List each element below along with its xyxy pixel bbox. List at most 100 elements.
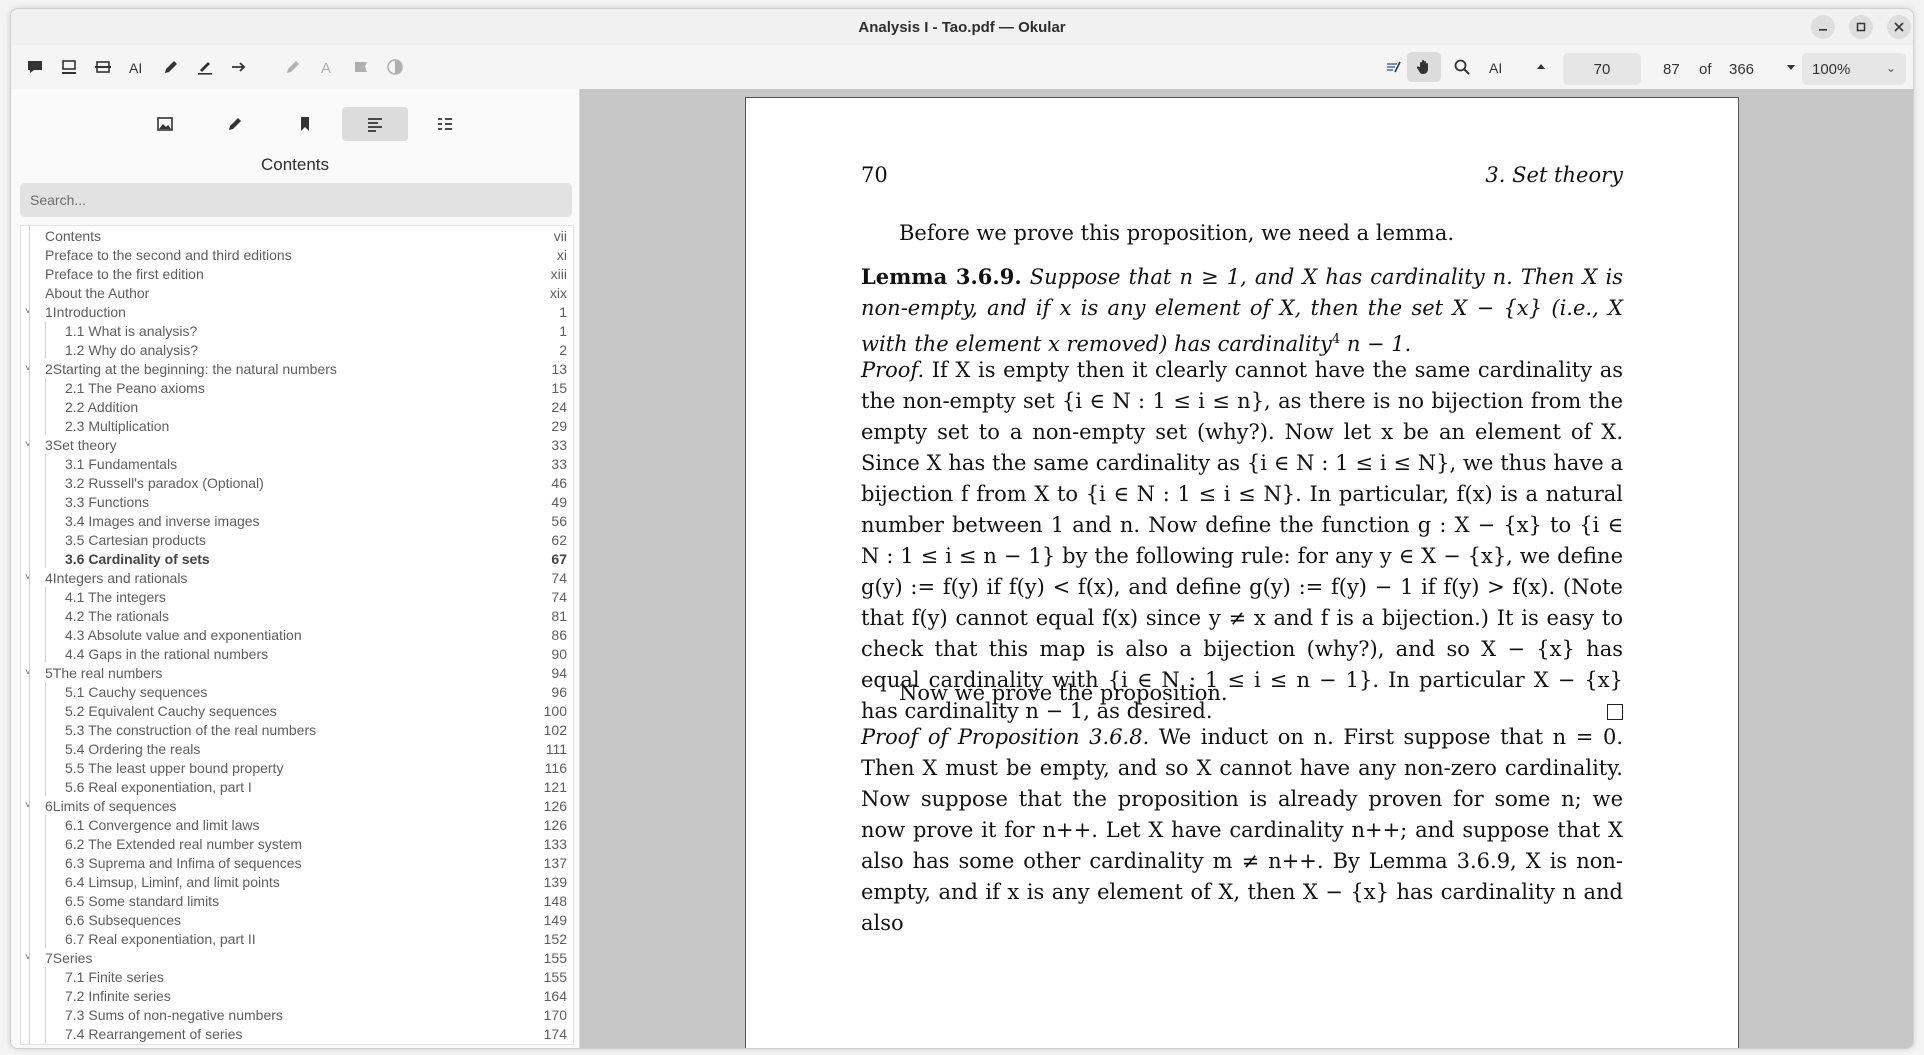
toc-section[interactable]: 4.2 The rationals 81 [21,606,573,625]
toc-label: Preface to the first edition [45,265,204,282]
toc-section[interactable]: 4.4 Gaps in the rational numbers 90 [21,644,573,663]
toc-label: 7.1 Finite series [65,968,164,985]
toc-section[interactable]: 6.3 Suprema and Infima of sequences 137 [21,853,573,872]
next-page-button[interactable] [1779,55,1803,79]
toc-section[interactable]: 7.2 Infinite series 164 [21,986,573,1005]
toolbar: AI A AI 70 87 of 366 100% ⌄ [11,45,1913,90]
toc-section[interactable]: 3.5 Cartesian products 62 [21,530,573,549]
toc-section[interactable]: 2.3 Multiplication 29 [21,416,573,435]
toc-label: 6.4 Limsup, Liminf, and limit points [65,873,280,890]
zoom-select[interactable]: 100% ⌄ [1802,53,1906,85]
pen-icon [287,61,299,73]
page-number-input[interactable]: 70 [1563,53,1641,85]
comment-icon [28,61,42,73]
strikeout-icon [95,61,111,73]
toc-label: 1.2 Why do analysis? [65,341,199,358]
toc-section[interactable]: 3.1 Fundamentals 33 [21,454,573,473]
toc-page: 116 [544,759,567,776]
tab-contents[interactable] [342,107,408,141]
minimize-button[interactable] [1811,15,1835,39]
tree-guide [45,378,46,397]
toc-section[interactable]: 2.1 The Peano axioms 15 [21,378,573,397]
maximize-button[interactable] [1849,15,1873,39]
typewriter-button[interactable]: AI [125,55,149,79]
toc-chapter[interactable]: ˅ 6Limits of sequences 126 [21,796,573,815]
toc-chapter[interactable]: About the Author xix [21,283,573,302]
toc-chapter[interactable]: Preface to the second and third editions… [21,245,573,264]
toc-chapter[interactable]: ˅ 2Starting at the beginning: the natural… [21,359,573,378]
toc-label: 7.2 Infinite series [65,987,171,1004]
text-select-icon: AI [1489,60,1502,76]
toc-section[interactable]: 4.3 Absolute value and exponentiation 86 [21,625,573,644]
toc-section[interactable]: 6.2 The Extended real number system 133 [21,834,573,853]
toc-page: 155 [543,949,567,966]
toc-section[interactable]: 5.5 The least upper bound property 116 [21,758,573,777]
opacity-button[interactable] [383,55,407,79]
toc-section[interactable]: 7.3 Sums of non-negative numbers 170 [21,1005,573,1024]
browse-tool-button[interactable] [1407,52,1441,82]
tab-annotations[interactable] [202,107,268,141]
underline-button[interactable] [57,55,81,79]
tree-guide [45,340,46,359]
pencil-icon [165,61,177,73]
chevron-down-icon [1787,65,1795,70]
toc-page: 81 [551,607,567,624]
toc-section[interactable]: 3.3 Functions 49 [21,492,573,511]
toc-section[interactable]: 5.1 Cauchy sequences 96 [21,682,573,701]
toc-section[interactable]: 5.3 The construction of the real numbers… [21,720,573,739]
toc-chapter[interactable]: ˅ 1Introduction 1 [21,302,573,321]
of-label: of [1699,61,1712,78]
toc-section[interactable]: 3.4 Images and inverse images 56 [21,511,573,530]
toc-section[interactable]: 6.6 Subsequences 149 [21,910,573,929]
toc-chapter[interactable]: Preface to the first edition xiii [21,264,573,283]
toc-page: 133 [543,835,567,852]
close-button[interactable] [1887,15,1911,39]
toc-section[interactable]: 3.2 Russell's paradox (Optional) 46 [21,473,573,492]
toc-section[interactable]: 7.1 Finite series 155 [21,967,573,986]
text-selection-button[interactable] [1381,55,1405,79]
toc-section[interactable]: 6.4 Limsup, Liminf, and limit points 139 [21,872,573,891]
typewriter-icon: AI [129,60,142,76]
toc-section[interactable]: 3.6 Cardinality of sets 67 [21,549,573,568]
toc-section[interactable]: 5.2 Equivalent Cauchy sequences 100 [21,701,573,720]
toc-chapter[interactable]: ˅ 3Set theory 33 [21,435,573,454]
toc-section[interactable]: 5.6 Real exponentiation, part I 121 [21,777,573,796]
tree-guide [45,644,46,663]
toc-page: vii [553,227,567,244]
arrow-button[interactable] [227,55,251,79]
highlighter-button[interactable] [193,55,217,79]
toc-chapter[interactable]: ˅ 5The real numbers 94 [21,663,573,682]
pen-button[interactable] [281,55,305,79]
tab-bookmarks[interactable] [272,107,338,141]
toc-page: 74 [551,569,567,586]
toc-section[interactable]: 1.1 What is analysis? 1 [21,321,573,340]
lemma: Lemma 3.6.9. Suppose that n ≥ 1, and X h… [861,261,1623,360]
toc-section[interactable]: 6.7 Real exponentiation, part II 152 [21,929,573,948]
toc-section[interactable]: 1.2 Why do analysis? 2 [21,340,573,359]
freehand-line-button[interactable] [159,55,183,79]
toc-section[interactable]: 4.1 The integers 74 [21,587,573,606]
toc-page: 137 [543,854,567,871]
text-select-tool-button[interactable]: AI [1485,55,1509,79]
text-color-button[interactable]: A [315,55,339,79]
zoom-tool-button[interactable] [1450,55,1474,79]
tab-layers[interactable] [412,107,478,141]
toc-chapter[interactable]: ˅ 7Series 155 [21,948,573,967]
toc-section[interactable]: 5.4 Ordering the reals 111 [21,739,573,758]
toc-chapter[interactable]: ˅ 4Integers and rationals 74 [21,568,573,587]
strikeout-button[interactable] [91,55,115,79]
comment-button[interactable] [23,55,47,79]
toc-section[interactable]: 2.2 Addition 24 [21,397,573,416]
highlighter-icon [198,62,212,75]
toc-chapter[interactable]: Contents vii [21,226,573,245]
tab-thumbnails[interactable] [132,107,198,141]
sidebar: Contents ContentsviiPreface to the secon… [11,89,580,1048]
stamp-button[interactable] [349,55,373,79]
search-input[interactable] [20,183,572,217]
toc-section[interactable]: 6.5 Some standard limits 148 [21,891,573,910]
toc-section[interactable]: 7.4 Rearrangement of series 174 [21,1024,573,1043]
tree-guide [45,701,46,720]
toc-section[interactable]: 6.1 Convergence and limit laws 126 [21,815,573,834]
previous-page-button[interactable] [1529,55,1553,79]
toc-page: 155 [543,968,567,985]
